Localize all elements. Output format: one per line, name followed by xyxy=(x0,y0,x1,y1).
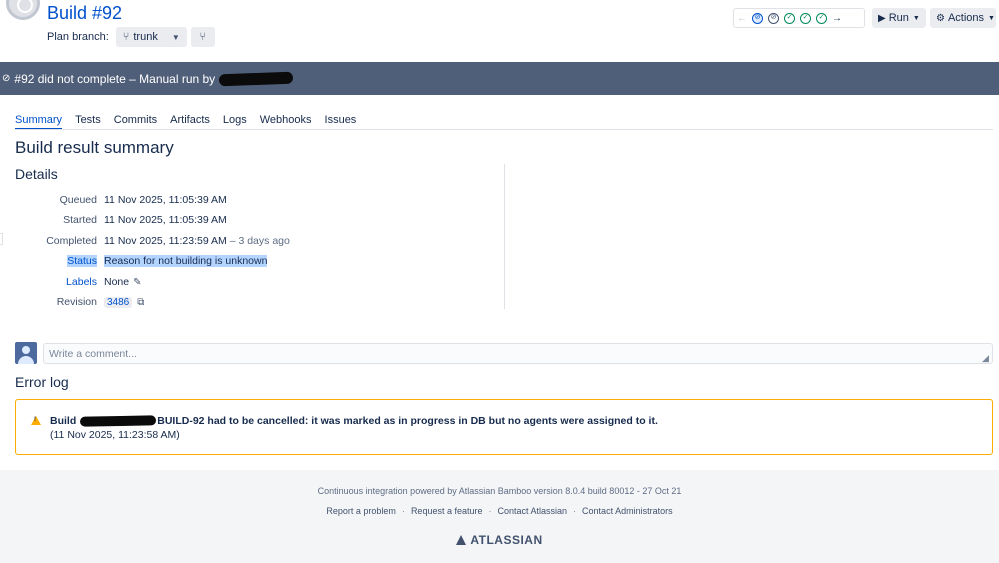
build-status-success-icon[interactable]: ✓ xyxy=(816,12,827,24)
tab-commits[interactable]: Commits xyxy=(114,114,157,130)
gear-icon: ⚙ xyxy=(936,12,945,24)
status-label: Status xyxy=(67,255,97,267)
tab-divider xyxy=(15,129,993,130)
detail-label: Labels xyxy=(66,276,97,288)
request-feature-link[interactable]: Request a feature xyxy=(411,506,483,516)
status-value: Reason for not building is unknown xyxy=(104,255,268,267)
page-title: Build #92 xyxy=(47,3,123,23)
previous-build-arrow-icon[interactable]: ← xyxy=(737,13,747,24)
redacted-username xyxy=(219,71,294,86)
detail-row-labels: Labels None ✎ xyxy=(0,275,141,289)
branch-select[interactable]: ⑂ trunk ▼ xyxy=(115,27,187,47)
relative-time: – 3 days ago xyxy=(229,235,290,247)
detail-row-revision: Revision 3486 ⧉ xyxy=(0,295,145,309)
avatar xyxy=(15,342,37,364)
detail-label: Started xyxy=(63,214,97,226)
warning-icon xyxy=(31,416,41,425)
pencil-icon[interactable]: ✎ xyxy=(133,277,141,288)
summary-heading: Build result summary xyxy=(15,138,174,157)
run-button[interactable]: ▶ Run ▼ xyxy=(872,8,926,28)
footer-links: Report a problem · Request a feature · C… xyxy=(0,506,999,516)
build-status-cancelled-icon[interactable]: ⊘ xyxy=(752,12,763,24)
column-divider xyxy=(504,164,505,309)
contact-atlassian-link[interactable]: Contact Atlassian xyxy=(498,506,568,516)
copy-icon[interactable]: ⧉ xyxy=(137,297,144,308)
detail-label: Queued xyxy=(59,194,97,206)
detail-label: Revision xyxy=(56,296,97,308)
tab-bar: Summary Tests Commits Artifacts Logs Web… xyxy=(15,114,356,130)
revision-link[interactable]: 3486 xyxy=(104,296,133,308)
detail-row-started: Started 11 Nov 2025, 11:05:39 AM xyxy=(0,213,227,227)
footer: Continuous integration powered by Atlass… xyxy=(0,470,999,563)
tab-artifacts[interactable]: Artifacts xyxy=(170,114,210,130)
comment-input[interactable] xyxy=(43,343,993,364)
build-status-success-icon[interactable]: ✓ xyxy=(784,12,795,24)
details-heading: Details xyxy=(15,166,58,182)
detail-value: 11 Nov 2025, 11:05:39 AM xyxy=(104,194,227,206)
detail-row-queued: Queued 11 Nov 2025, 11:05:39 AM xyxy=(0,193,227,207)
tab-tests[interactable]: Tests xyxy=(75,114,101,130)
detail-value: 11 Nov 2025, 11:05:39 AM xyxy=(104,214,227,226)
detail-label: Completed xyxy=(46,235,97,247)
next-build-arrow-icon[interactable]: → xyxy=(832,13,842,24)
build-status-avatar xyxy=(6,0,40,20)
tab-summary[interactable]: Summary xyxy=(15,114,63,130)
git-branch-icon: ⑂ xyxy=(199,31,207,43)
resize-handle-icon[interactable]: ◢ xyxy=(982,353,989,364)
error-message-text: Build BUILD-92 had to be cancelled: it w… xyxy=(50,415,658,427)
cancelled-icon: ⊘ xyxy=(2,73,11,84)
atlassian-wordmark: ATLASSIAN xyxy=(470,533,543,547)
play-icon: ▶ xyxy=(878,12,886,24)
create-branch-button[interactable]: ⑂ xyxy=(190,27,215,47)
atlassian-logo[interactable]: ATLASSIAN xyxy=(0,533,999,547)
branch-icon: ⑂ xyxy=(122,31,130,43)
separator: · xyxy=(573,506,577,516)
report-problem-link[interactable]: Report a problem xyxy=(326,506,396,516)
detail-row-status: Status Reason for not building is unknow… xyxy=(0,254,268,268)
error-log-message: Build BUILD-92 had to be cancelled: it w… xyxy=(15,399,993,455)
build-history-nav: ← ⊘ ⊘ ✓ ✓ ✓ → xyxy=(733,8,865,28)
error-timestamp: (11 Nov 2025, 11:23:58 AM) xyxy=(50,429,180,441)
build-status-success-icon[interactable]: ✓ xyxy=(800,12,811,24)
chevron-down-icon: ▼ xyxy=(988,14,995,22)
build-status-banner: ⊘ #92 did not complete – Manual run by xyxy=(0,62,999,95)
footer-powered-by: Continuous integration powered by Atlass… xyxy=(317,486,682,496)
error-detail: BUILD-92 had to be cancelled: it was mar… xyxy=(157,415,658,427)
actions-button[interactable]: ⚙ Actions ▼ xyxy=(930,8,996,28)
tab-logs[interactable]: Logs xyxy=(223,114,247,130)
actions-label: Actions xyxy=(947,12,985,24)
error-prefix: Build xyxy=(50,415,77,427)
chevron-down-icon: ▼ xyxy=(912,14,920,22)
run-label: Run xyxy=(888,12,909,24)
branch-name: trunk xyxy=(133,31,158,43)
labels-value: None xyxy=(104,276,130,288)
chevron-down-icon: ▼ xyxy=(171,32,180,42)
tab-webhooks[interactable]: Webhooks xyxy=(260,114,312,130)
separator: · xyxy=(488,506,492,516)
detail-value: 11 Nov 2025, 11:23:59 AM – 3 days ago xyxy=(104,235,290,247)
tab-issues[interactable]: Issues xyxy=(325,114,357,130)
atlassian-logo-icon xyxy=(456,535,467,545)
completed-time: 11 Nov 2025, 11:23:59 AM xyxy=(104,235,227,247)
contact-administrators-link[interactable]: Contact Administrators xyxy=(582,506,673,516)
detail-label: Status xyxy=(0,255,104,267)
error-log-heading: Error log xyxy=(15,374,69,390)
detail-row-completed: Completed 11 Nov 2025, 11:23:59 AM – 3 d… xyxy=(0,234,290,248)
build-status-cancelled-icon[interactable]: ⊘ xyxy=(768,12,779,24)
plan-branch-bar: Plan branch: ⑂ trunk ▼ ⑂ xyxy=(47,27,215,47)
separator: · xyxy=(401,506,405,516)
redacted-plan-name xyxy=(80,415,157,427)
plan-branch-label: Plan branch: xyxy=(47,31,109,43)
banner-text: #92 did not complete – Manual run by xyxy=(14,71,216,86)
